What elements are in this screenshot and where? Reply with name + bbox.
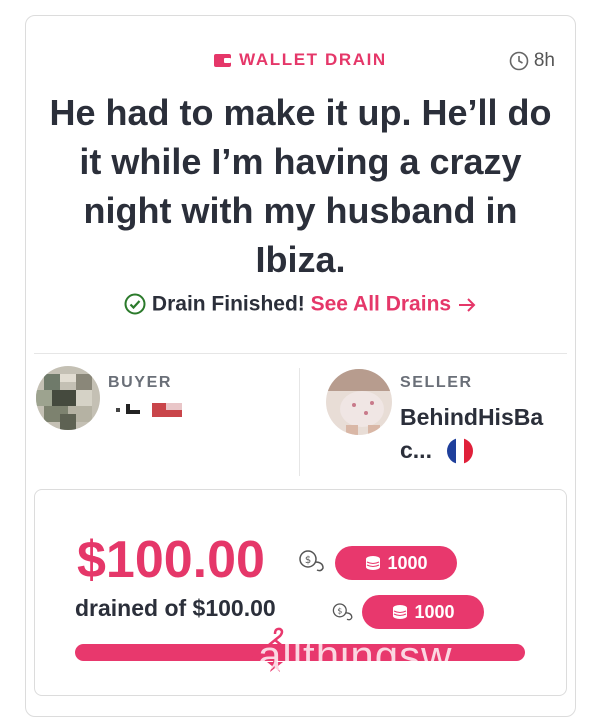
currency-bubble-icon-small[interactable]: $	[331, 601, 355, 623]
see-all-drains-link[interactable]: See All Drains	[310, 292, 477, 316]
wallet-icon	[214, 54, 232, 67]
wallet-price-box: $100.00 $ 1000 drained of $100.00 $ 1000…	[34, 489, 567, 696]
status-row: Drain Finished! See All Drains	[26, 292, 575, 317]
seller-name-line2: c...	[400, 437, 432, 463]
buyer-role-label: BUYER	[108, 374, 173, 391]
time-ago: 8h	[533, 50, 555, 71]
see-all-label: See All Drains	[310, 292, 452, 316]
arrow-right-icon	[458, 297, 476, 312]
seller-avatar[interactable]	[326, 369, 392, 435]
tag-label: WALLET DRAIN	[239, 50, 387, 69]
obscured-username	[116, 404, 140, 414]
vertical-divider	[299, 368, 300, 476]
drained-text: drained of $100.00	[75, 595, 276, 621]
coins-icon	[366, 556, 381, 570]
wallet-drain-tag[interactable]: WALLET DRAIN	[214, 50, 387, 70]
drain-card: WALLET DRAIN 8h He had to make it up. He…	[25, 15, 576, 717]
amount-tokens-pill[interactable]: 1000	[335, 546, 457, 580]
divider	[34, 353, 567, 354]
amount-tokens: 1000	[387, 552, 428, 573]
wallet-amount: $100.00	[77, 531, 265, 589]
drain-headline: He had to make it up. He’ll do it while …	[49, 92, 552, 280]
watermark-text: allthingsw	[258, 632, 453, 679]
drained-tokens: 1000	[414, 601, 455, 622]
france-flag-icon	[446, 437, 473, 464]
clock-icon	[509, 51, 529, 71]
seller-role-label: SELLER	[400, 374, 473, 391]
drained-tokens-pill[interactable]: 1000	[362, 595, 484, 629]
buyer-avatar[interactable]	[36, 366, 100, 430]
buyer-name-obscured[interactable]	[116, 403, 182, 417]
seller-name-line1: BehindHisBa	[400, 404, 544, 430]
flag-icon	[152, 403, 182, 417]
coins-icon	[393, 605, 408, 619]
check-circle-icon	[124, 293, 146, 315]
svg-text:$: $	[337, 607, 342, 616]
currency-bubble-icon[interactable]: $	[297, 548, 327, 574]
timestamp: 8h	[509, 50, 555, 72]
svg-text:$: $	[305, 555, 311, 566]
drain-finished-text: Drain Finished!	[151, 292, 305, 316]
seller-name[interactable]: BehindHisBa c...	[400, 401, 570, 467]
tag-row: WALLET DRAIN	[26, 50, 575, 72]
